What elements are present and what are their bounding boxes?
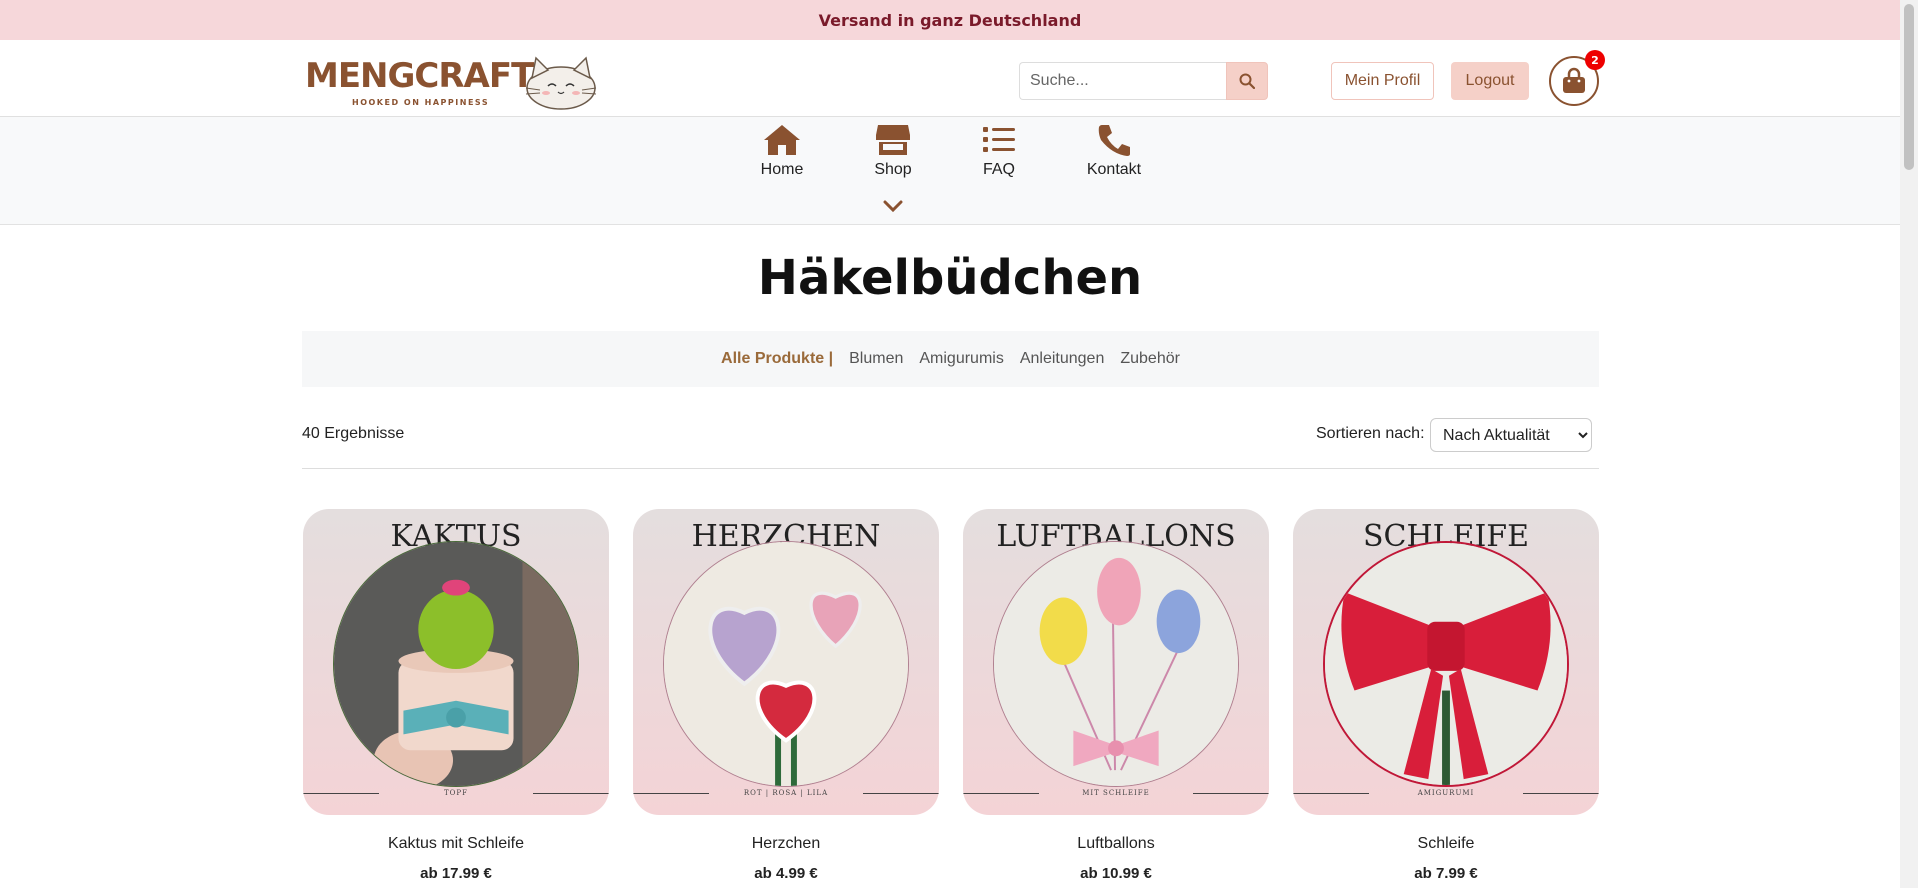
nav-item-label: FAQ bbox=[982, 161, 1015, 178]
product-image[interactable]: LUFTBALLONS MIT SCHLEIFE bbox=[963, 509, 1269, 815]
product-name[interactable]: Herzchen bbox=[633, 835, 939, 853]
category-amigurumis[interactable]: Amigurumis bbox=[919, 350, 1003, 368]
page-title: Häkelbüdchen bbox=[757, 250, 1143, 306]
divider bbox=[302, 468, 1599, 469]
nav-item-label: Kontakt bbox=[1086, 161, 1142, 178]
search-form bbox=[1019, 62, 1268, 100]
product-price: ab 7.99 € bbox=[1414, 865, 1478, 882]
main-nav: Home Shop FAQ Kontakt bbox=[0, 117, 1900, 225]
results-count: 40 Ergebnisse bbox=[302, 425, 405, 442]
sort-select[interactable]: Nach Aktualität bbox=[1430, 418, 1592, 452]
nav-item-faq[interactable]: FAQ bbox=[954, 123, 1044, 179]
bow-photo bbox=[1323, 541, 1569, 787]
search-icon bbox=[1239, 73, 1255, 89]
balloons-photo bbox=[993, 541, 1239, 787]
product-card[interactable]: LUFTBALLONS MIT SCHLEIFE Luftballons ab … bbox=[963, 509, 1269, 882]
search-input[interactable] bbox=[1019, 62, 1226, 100]
product-name[interactable]: Kaktus mit Schleife bbox=[303, 835, 609, 853]
cart-count-badge: 2 bbox=[1585, 50, 1605, 70]
product-card[interactable]: SCHLEIFE AMIGURUMI Schleife ab 7.99 € bbox=[1293, 509, 1599, 882]
chevron-down-icon[interactable] bbox=[882, 199, 904, 213]
shopping-bag-icon bbox=[1563, 67, 1585, 93]
product-name[interactable]: Luftballons bbox=[963, 835, 1269, 853]
product-image[interactable]: HERZCHEN ROT | ROSA | LILA bbox=[633, 509, 939, 815]
shop-icon bbox=[876, 125, 910, 155]
category-filter-bar: Alle Produkte | Blumen Amigurumis Anleit… bbox=[302, 331, 1599, 387]
nav-item-kontakt[interactable]: Kontakt bbox=[1069, 123, 1159, 179]
scrollbar-thumb[interactable] bbox=[1904, 4, 1914, 170]
logout-button[interactable]: Logout bbox=[1451, 62, 1529, 100]
sort-label: Sortieren nach: bbox=[1316, 425, 1425, 442]
nav-item-label: Shop bbox=[874, 161, 912, 178]
product-price: ab 17.99 € bbox=[420, 865, 492, 882]
decor-line bbox=[533, 793, 609, 794]
product-price: ab 4.99 € bbox=[754, 865, 818, 882]
list-icon bbox=[983, 127, 1015, 152]
site-header: MENGCRAFT HOOKED ON HAPPINESS Mein Profi… bbox=[0, 40, 1900, 117]
logo-wordmark: MENGCRAFT bbox=[305, 56, 534, 96]
product-price: ab 10.99 € bbox=[1080, 865, 1152, 882]
hearts-photo bbox=[663, 541, 909, 787]
search-button[interactable] bbox=[1226, 62, 1268, 100]
category-anleitungen[interactable]: Anleitungen bbox=[1020, 350, 1105, 368]
decor-line bbox=[1523, 793, 1599, 794]
category-all-products[interactable]: Alle Produkte | bbox=[721, 350, 833, 368]
category-zubehoer[interactable]: Zubehör bbox=[1120, 350, 1180, 368]
phone-icon bbox=[1098, 125, 1130, 156]
product-card[interactable]: KAKTUS TOPF Kaktus mit Schleife ab 17.99… bbox=[303, 509, 609, 882]
product-name[interactable]: Schleife bbox=[1293, 835, 1599, 853]
decor-line bbox=[863, 793, 939, 794]
logo-tagline: HOOKED ON HAPPINESS bbox=[352, 98, 490, 107]
shipping-banner: Versand in ganz Deutschland bbox=[0, 0, 1900, 40]
logo[interactable]: MENGCRAFT HOOKED ON HAPPINESS bbox=[305, 50, 605, 110]
product-card[interactable]: HERZCHEN ROT | ROSA | LILA Herzchen ab 4… bbox=[633, 509, 939, 882]
home-icon bbox=[764, 125, 800, 155]
shipping-banner-text: Versand in ganz Deutschland bbox=[818, 10, 1082, 30]
nav-item-label: Home bbox=[760, 161, 804, 178]
cat-logo-icon bbox=[525, 56, 597, 110]
nav-item-shop[interactable]: Shop bbox=[848, 123, 938, 179]
decor-line bbox=[1193, 793, 1269, 794]
category-blumen[interactable]: Blumen bbox=[849, 350, 903, 368]
profile-button[interactable]: Mein Profil bbox=[1331, 62, 1434, 100]
cactus-photo bbox=[333, 541, 579, 787]
product-image[interactable]: SCHLEIFE AMIGURUMI bbox=[1293, 509, 1599, 815]
nav-item-home[interactable]: Home bbox=[737, 123, 827, 179]
product-image[interactable]: KAKTUS TOPF bbox=[303, 509, 609, 815]
